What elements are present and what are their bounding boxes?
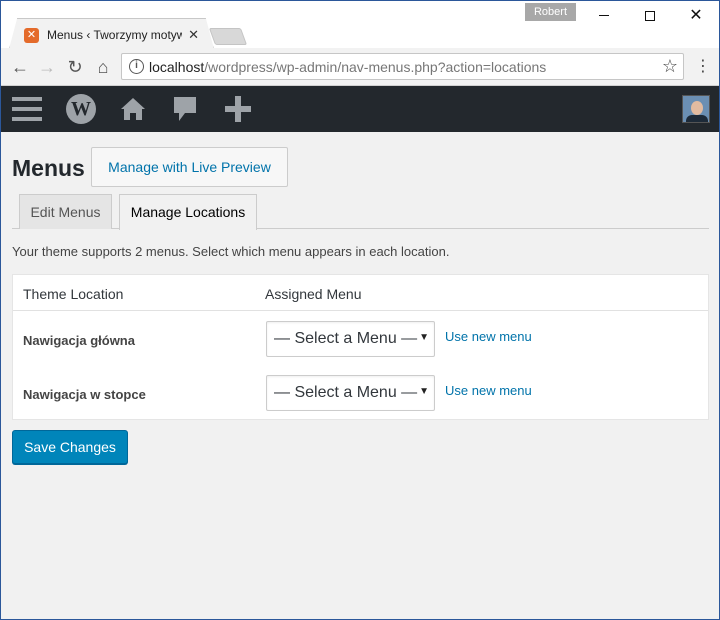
home-icon[interactable] bbox=[118, 86, 148, 132]
menu-select[interactable]: — Select a Menu — ▼ bbox=[266, 321, 435, 357]
table-row: Nawigacja w stopce — Select a Menu — ▼ U… bbox=[13, 366, 708, 420]
close-icon[interactable]: ✕ bbox=[188, 27, 199, 43]
intro-text: Your theme supports 2 menus. Select whic… bbox=[12, 244, 450, 259]
home-button-icon[interactable]: ⌂ bbox=[91, 55, 115, 79]
wp-content: Menus Manage with Live Preview Edit Menu… bbox=[1, 132, 719, 619]
location-name: Nawigacja główna bbox=[23, 333, 135, 348]
info-icon[interactable]: i bbox=[129, 59, 144, 74]
wp-admin-bar: W bbox=[1, 86, 719, 132]
wordpress-logo-icon[interactable]: W bbox=[65, 86, 97, 132]
table-row: Nawigacja główna — Select a Menu — ▼ Use… bbox=[13, 312, 708, 366]
use-new-menu-link[interactable]: Use new menu bbox=[445, 383, 532, 398]
reload-icon[interactable]: ↻ bbox=[63, 55, 87, 79]
menu-icon[interactable] bbox=[11, 86, 43, 132]
comments-icon[interactable] bbox=[171, 86, 199, 132]
location-name: Nawigacja w stopce bbox=[23, 387, 146, 402]
maximize-button[interactable] bbox=[627, 1, 673, 31]
browser-toolbar: ← → ↻ ⌂ i localhost/wordpress/wp-admin/n… bbox=[1, 48, 719, 86]
url-text[interactable]: localhost/wordpress/wp-admin/nav-menus.p… bbox=[149, 59, 546, 75]
nav-tabs: Edit Menus Manage Locations bbox=[12, 194, 709, 230]
save-changes-button[interactable]: Save Changes bbox=[12, 430, 128, 464]
use-new-menu-link[interactable]: Use new menu bbox=[445, 329, 532, 344]
url-path: /wordpress/wp-admin/nav-menus.php?action… bbox=[204, 59, 547, 75]
dropdown-arrow-icon: ▼ bbox=[419, 386, 429, 397]
back-arrow-icon[interactable]: ← bbox=[8, 55, 32, 79]
browser-window: ✕ Menus ‹ Tworzymy motyw ✕ Robert ✕ ← → … bbox=[0, 0, 720, 620]
menu-select[interactable]: — Select a Menu — ▼ bbox=[266, 375, 435, 411]
url-host: localhost bbox=[149, 59, 205, 75]
header-theme-location: Theme Location bbox=[23, 286, 124, 302]
address-bar[interactable]: i localhost/wordpress/wp-admin/nav-menus… bbox=[121, 53, 684, 80]
minimize-button[interactable] bbox=[581, 1, 627, 31]
browser-tab[interactable]: ✕ Menus ‹ Tworzymy motyw ✕ bbox=[9, 18, 214, 49]
select-value: — Select a Menu — bbox=[274, 384, 418, 401]
manage-live-preview-button[interactable]: Manage with Live Preview bbox=[91, 147, 288, 187]
tab-title: Menus ‹ Tworzymy motyw bbox=[47, 28, 183, 42]
browser-menu-icon[interactable]: ⋮ bbox=[695, 56, 711, 78]
tab-manage-locations[interactable]: Manage Locations bbox=[119, 194, 257, 230]
page-title: Menus bbox=[12, 155, 85, 181]
forward-arrow-icon[interactable]: → bbox=[35, 55, 59, 79]
bookmark-star-icon[interactable]: ☆ bbox=[662, 56, 678, 77]
user-avatar[interactable] bbox=[682, 95, 710, 123]
select-value: — Select a Menu — bbox=[274, 330, 418, 347]
header-assigned-menu: Assigned Menu bbox=[265, 286, 362, 302]
xampp-favicon-icon: ✕ bbox=[24, 27, 39, 43]
browser-titlebar: ✕ Menus ‹ Tworzymy motyw ✕ Robert ✕ bbox=[1, 1, 719, 49]
window-close-button[interactable]: ✕ bbox=[673, 1, 719, 31]
new-tab-button[interactable] bbox=[208, 28, 248, 45]
table-header: Theme Location Assigned Menu bbox=[13, 275, 708, 311]
plus-icon[interactable] bbox=[223, 86, 253, 132]
menu-locations-table: Theme Location Assigned Menu Nawigacja g… bbox=[12, 274, 709, 420]
dropdown-arrow-icon: ▼ bbox=[419, 332, 429, 343]
tab-edit-menus[interactable]: Edit Menus bbox=[19, 194, 112, 229]
profile-chip[interactable]: Robert bbox=[525, 3, 576, 21]
